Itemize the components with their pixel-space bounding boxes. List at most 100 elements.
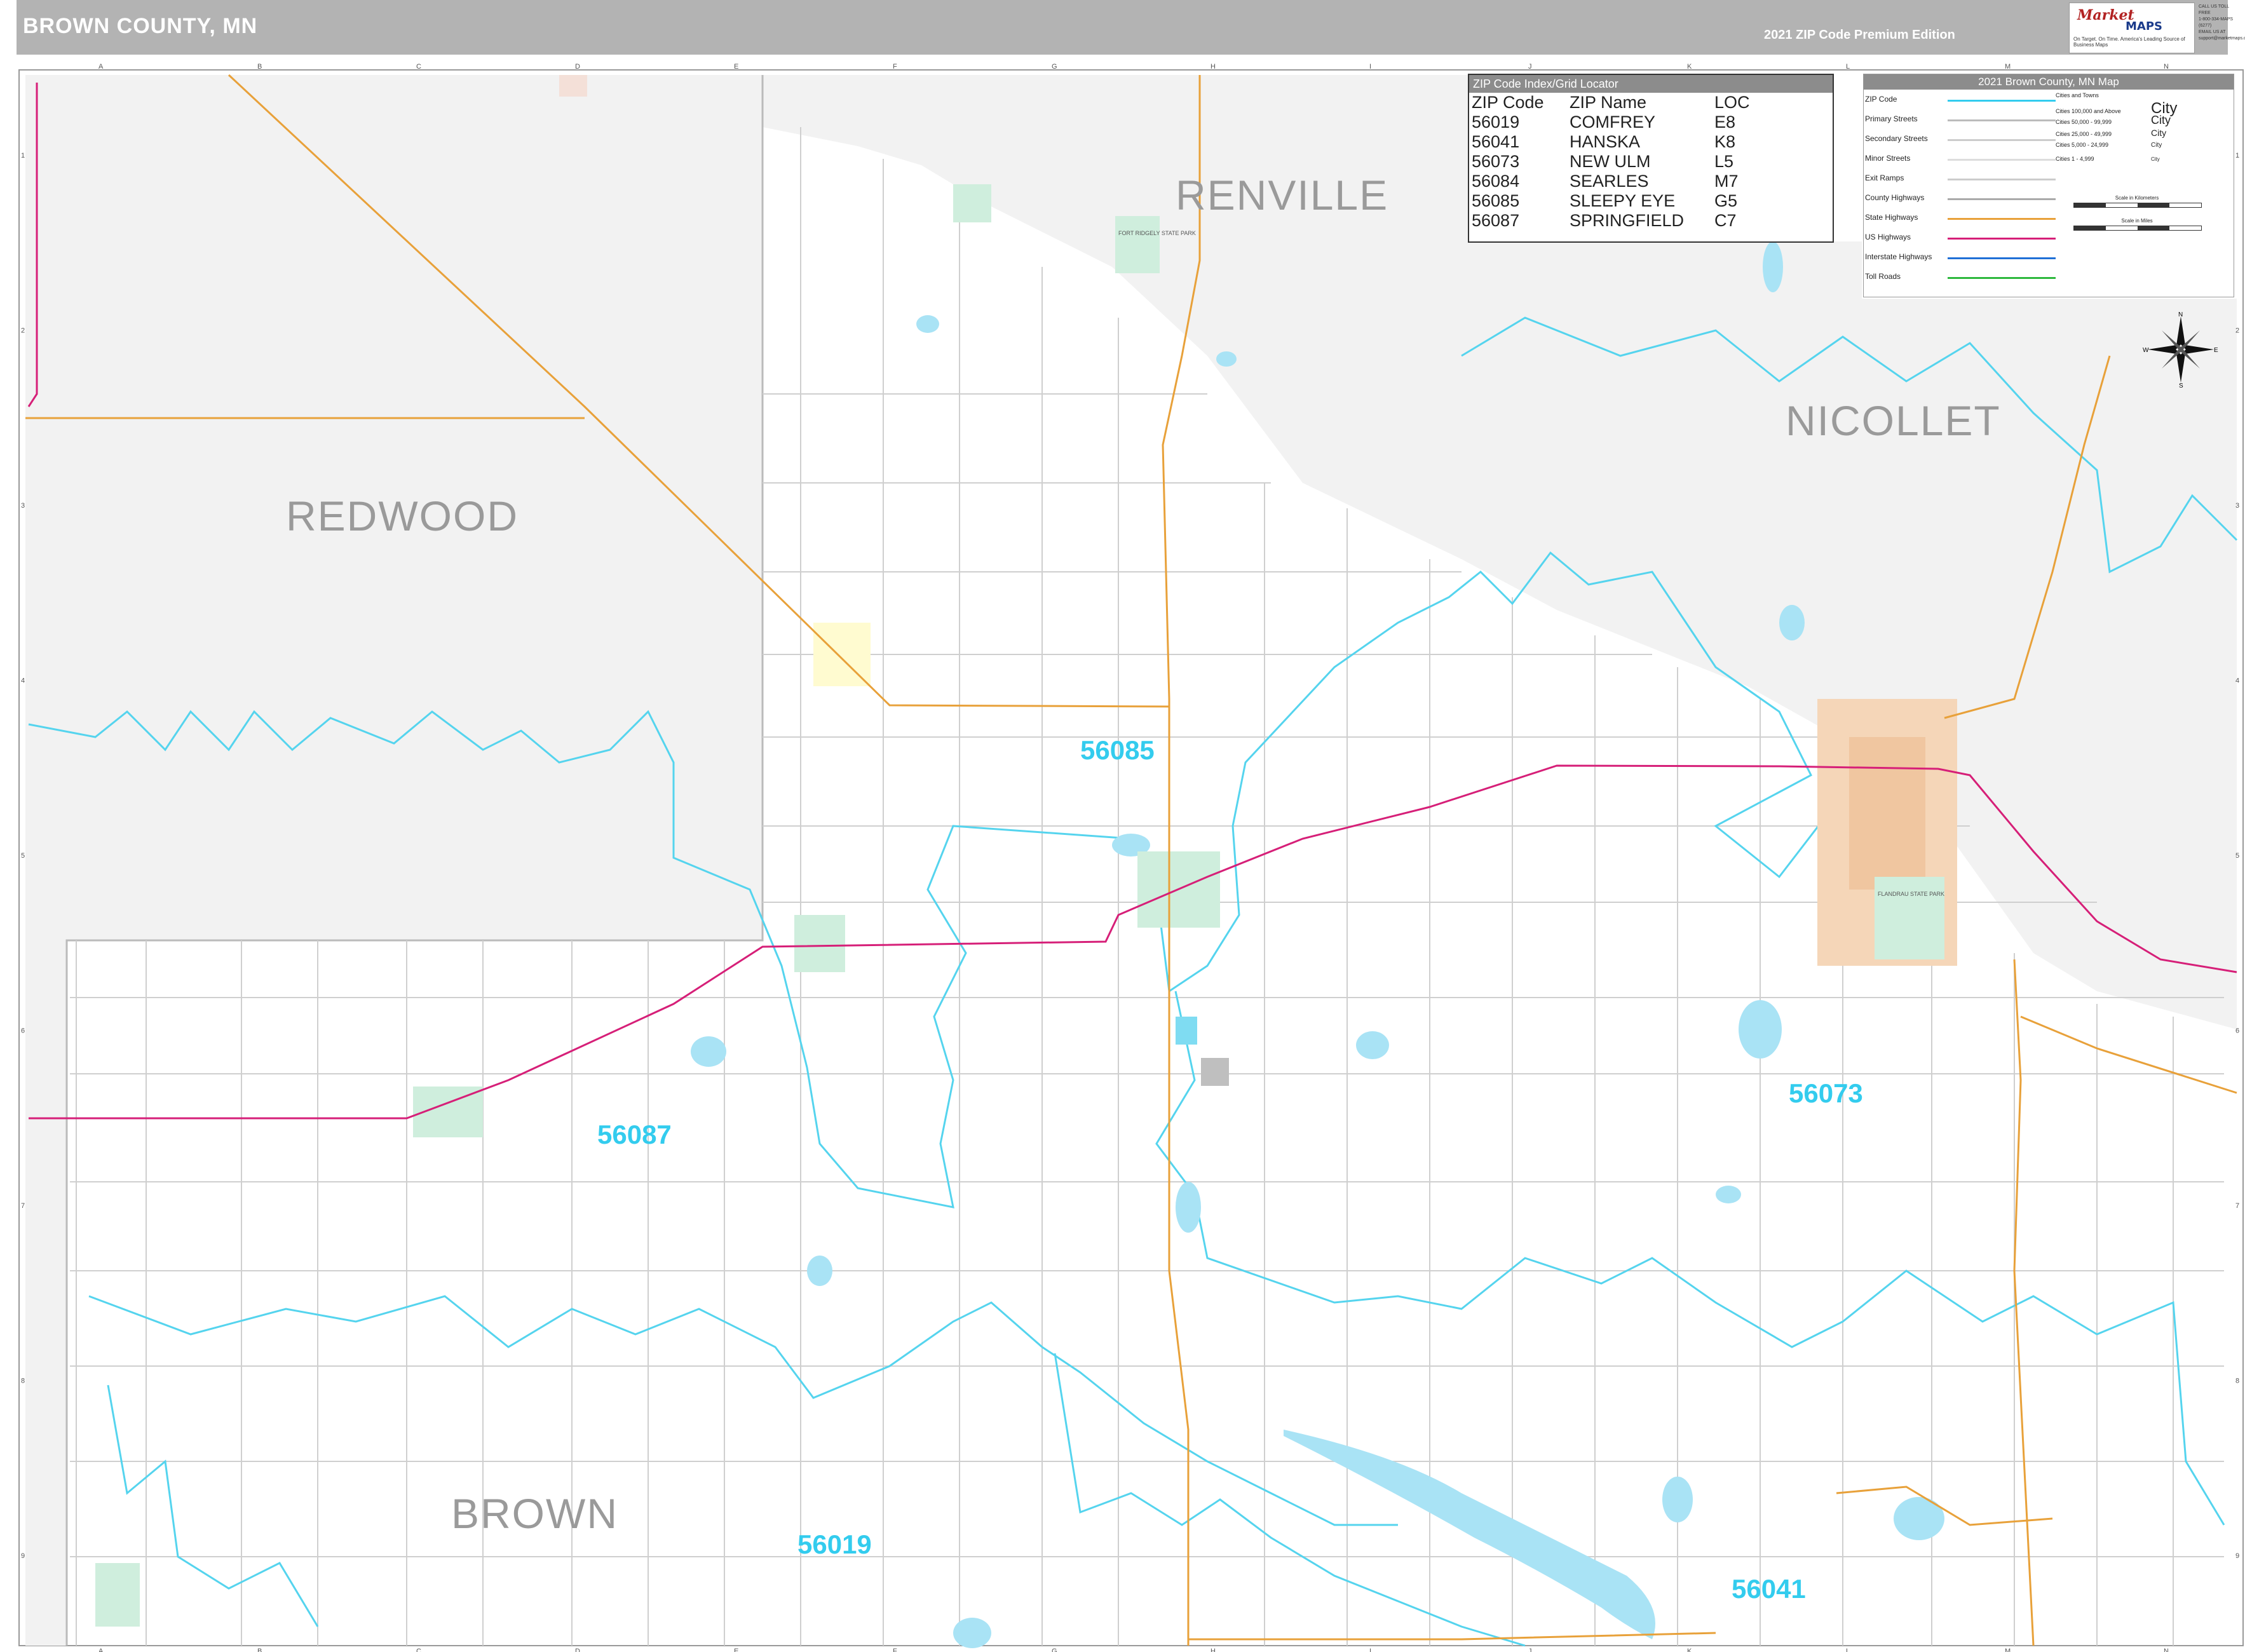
zip-index-name: SLEEPY EYE (1570, 191, 1676, 210)
grid-row-label: 5 (2235, 852, 2239, 860)
zip-label-56073[interactable]: 56073 (1789, 1078, 1863, 1108)
zip-index-row[interactable]: 56087 SPRINGFIELD C7 (1472, 211, 1759, 231)
legend-city-size: Cities 1 - 4,999 (2056, 156, 2094, 162)
zip-index-name: SEARLES (1570, 172, 1649, 191)
legend-item-label: US Highways (1865, 233, 1911, 241)
zip-label-56085[interactable]: 56085 (1080, 735, 1155, 765)
legend-item: Interstate Highways (1864, 252, 2056, 265)
grid-column-label: F (893, 63, 897, 71)
zip-index-zip: 56041 (1472, 132, 1520, 151)
region-brown: BROWN (451, 1490, 618, 1537)
renville-marker (559, 75, 587, 97)
zip-index-zip: 56087 (1472, 211, 1520, 230)
legend-title: 2021 Brown County, MN Map (1864, 74, 2234, 90)
zip-index-zip: 56019 (1472, 112, 1520, 132)
mack-lake-park (953, 184, 991, 222)
zip-index-zip: 56073 (1472, 152, 1520, 171)
grid-column-label: M (2005, 1648, 2011, 1652)
grid-column-label: E (734, 63, 738, 71)
legend-item-label: County Highways (1865, 193, 1925, 202)
grid-column-label: N (2164, 63, 2169, 71)
grid-row-label: 3 (21, 502, 25, 510)
legend-city-sample: City (2151, 128, 2167, 138)
grid-column-label: B (257, 1648, 262, 1652)
zip-index-name: SPRINGFIELD (1570, 211, 1685, 230)
grid-row-label: 7 (21, 1202, 25, 1210)
legend-item: Toll Roads (1864, 272, 2056, 285)
grid-column-label: J (1528, 63, 1532, 71)
sw-park (95, 1563, 140, 1627)
zip-index-loc: M7 (1714, 172, 1739, 191)
legend-city-size: Cities 5,000 - 24,999 (2056, 142, 2109, 148)
grid-column-label: J (1528, 1648, 1532, 1652)
grid-column-label: D (575, 1648, 580, 1652)
new-ulm-core (1849, 737, 1925, 890)
grid-column-label: G (1052, 1648, 1057, 1652)
legend-item: State Highways (1864, 213, 2056, 226)
airport-marker (1201, 1058, 1229, 1086)
compass-rose-icon: N S E W (2143, 311, 2218, 388)
zip-index-header: ZIP Code (1472, 93, 1544, 112)
legend-line-swatch (1948, 238, 2056, 240)
legend-city-tier: Cities 50,000 - 99,999 City (2056, 114, 2227, 127)
zip-index-row[interactable]: 56085 SLEEPY EYE G5 (1472, 191, 1759, 211)
grid-row-label: 1 (21, 152, 25, 159)
zip-label-56041[interactable]: 56041 (1732, 1574, 1806, 1604)
grid-column-label: D (575, 63, 580, 71)
zip-index-row[interactable]: 56073 NEW ULM L5 (1472, 152, 1759, 172)
grid-row-label: 5 (21, 852, 25, 860)
grid-column-label: L (1846, 63, 1850, 71)
zip-index-loc: E8 (1714, 112, 1736, 132)
zip-index-row[interactable]: 56084 SEARLES M7 (1472, 172, 1759, 191)
zip-index-loc: G5 (1714, 191, 1738, 210)
zip-index-header: LOC (1714, 93, 1750, 112)
grid-column-label: K (1687, 1648, 1692, 1652)
flandrau-park-label: FLANDRAU STATE PARK (1878, 891, 1944, 897)
legend-city-sample: City (2151, 114, 2171, 126)
legend-item: US Highways (1864, 233, 2056, 245)
zip-label-56087[interactable]: 56087 (597, 1120, 672, 1149)
grid-column-label: I (1369, 63, 1371, 71)
legend-item: County Highways (1864, 193, 2056, 206)
grid-column-label: H (1211, 63, 1216, 71)
scale-km-label: Scale in Kilometers (2115, 195, 2159, 201)
zip-index-name: HANSKA (1570, 132, 1641, 151)
grid-row-label: 7 (2235, 1202, 2239, 1210)
legend-city-size: Cities 25,000 - 49,999 (2056, 131, 2112, 137)
legend-city-tier: Cities 25,000 - 49,999 City (2056, 128, 2227, 138)
sleepy-eye-lake (1176, 1017, 1197, 1045)
zip-index-header: ZIP Name (1570, 93, 1647, 112)
legend-line-swatch (1948, 179, 2056, 180)
grid-row-label: 9 (21, 1552, 25, 1560)
grid-column-label: L (1846, 1648, 1850, 1652)
grid-row-label: 3 (2235, 502, 2239, 510)
grid-column-label: N (2164, 1648, 2169, 1652)
zip-index-name: NEW ULM (1570, 152, 1651, 171)
fort-ridgely-label: FORT RIDGELY STATE PARK (1118, 230, 1196, 236)
region-redwood: REDWOOD (286, 492, 519, 539)
legend-item-label: Secondary Streets (1865, 134, 1928, 143)
zip-index-panel: ZIP Code Index/Grid Locator ZIP Code ZIP… (1468, 74, 1834, 243)
zip-index-row[interactable]: 56041 HANSKA K8 (1472, 132, 1759, 152)
region-renville: RENVILLE (1176, 172, 1388, 219)
zip-index-title: ZIP Code Index/Grid Locator (1469, 75, 1833, 93)
legend-item: Exit Ramps (1864, 173, 2056, 186)
legend-line-swatch (1948, 100, 2056, 102)
legend-line-swatch (1948, 159, 2056, 161)
zip-index-row[interactable]: 56019 COMFREY E8 (1472, 112, 1759, 132)
zip-index-loc: K8 (1714, 132, 1736, 151)
grid-column-label: E (734, 1648, 738, 1652)
legend-item-label: Minor Streets (1865, 154, 1911, 163)
legend-item: Secondary Streets (1864, 134, 2056, 147)
legend-item-label: State Highways (1865, 213, 1918, 222)
grid-row-label: 8 (21, 1378, 25, 1385)
zip-label-56019[interactable]: 56019 (797, 1529, 872, 1559)
grid-row-label: 6 (21, 1027, 25, 1035)
legend-line-swatch (1948, 119, 2056, 121)
grid-column-label: I (1369, 1648, 1371, 1652)
legend-city-sample: City (2151, 142, 2162, 149)
legend-item-label: Toll Roads (1865, 272, 1901, 281)
legend-item: Primary Streets (1864, 114, 2056, 127)
map-legend: 2021 Brown County, MN Map ZIP Code Primar… (1863, 74, 2234, 297)
zip-index-name: COMFREY (1570, 112, 1655, 132)
